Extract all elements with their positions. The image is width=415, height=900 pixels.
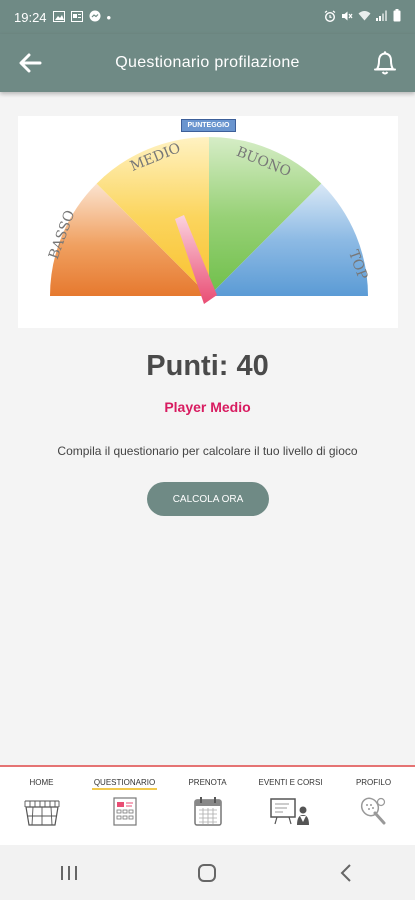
gauge-badge: PUNTEGGIO — [181, 119, 236, 132]
gallery-icon — [52, 10, 65, 25]
bottom-nav: HOME QUESTIONARIO PRENOTA EVENTI E CORSI… — [0, 765, 415, 845]
player-level: Player Medio — [164, 399, 251, 415]
mute-icon — [341, 10, 353, 25]
nav-label-home: HOME — [29, 778, 54, 787]
home-icon — [198, 863, 217, 882]
battery-icon — [393, 9, 401, 25]
bell-icon — [374, 51, 396, 75]
racket-ball-icon — [360, 797, 385, 825]
nav-item-prenota[interactable]: PRENOTA — [166, 767, 249, 845]
system-nav-bar — [0, 845, 415, 900]
whiteboard-coach-icon — [269, 798, 309, 825]
messenger-icon — [89, 10, 101, 25]
nav-label-profilo: PROFILO — [355, 778, 392, 787]
calendar-icon — [193, 797, 222, 826]
questionnaire-icon — [112, 797, 137, 826]
recent-apps-button[interactable] — [39, 853, 99, 893]
recent-apps-icon — [61, 865, 78, 880]
nav-item-home[interactable]: HOME — [0, 767, 83, 845]
status-time: 19:24 — [14, 9, 47, 25]
score-label: Punti: 40 — [146, 350, 269, 382]
alarm-icon — [324, 10, 336, 25]
chevron-left-icon — [340, 863, 351, 882]
nav-label-questionario: QUESTIONARIO — [91, 776, 158, 790]
news-icon — [70, 10, 83, 25]
tennis-court-icon — [24, 800, 59, 826]
signal-icon — [376, 10, 388, 24]
page-title: Questionario profilazione — [115, 54, 300, 71]
instruction-text: Compila il questionario per calcolare il… — [57, 444, 358, 458]
nav-label-prenota: PRENOTA — [188, 778, 227, 787]
status-bar: 19:24 • — [0, 0, 415, 34]
arrow-left-icon — [19, 53, 42, 73]
notification-dot: • — [106, 9, 112, 25]
nav-label-eventi-corsi: EVENTI E CORSI — [258, 778, 323, 787]
home-button[interactable] — [177, 853, 237, 893]
back-system-button[interactable] — [316, 853, 376, 893]
calculate-now-button[interactable]: CALCOLA ORA — [147, 482, 269, 516]
nav-item-questionario[interactable]: QUESTIONARIO — [83, 767, 166, 845]
app-bar: Questionario profilazione — [0, 34, 415, 92]
nav-item-profilo[interactable]: PROFILO — [332, 767, 415, 845]
score-gauge: PUNTEGGIO BASSO MEDIO BUONO TOP — [18, 116, 398, 328]
wifi-icon — [358, 10, 371, 24]
nav-item-eventi-corsi[interactable]: EVENTI E CORSI — [249, 767, 332, 845]
back-button[interactable] — [0, 34, 60, 92]
notifications-button[interactable] — [355, 34, 415, 92]
